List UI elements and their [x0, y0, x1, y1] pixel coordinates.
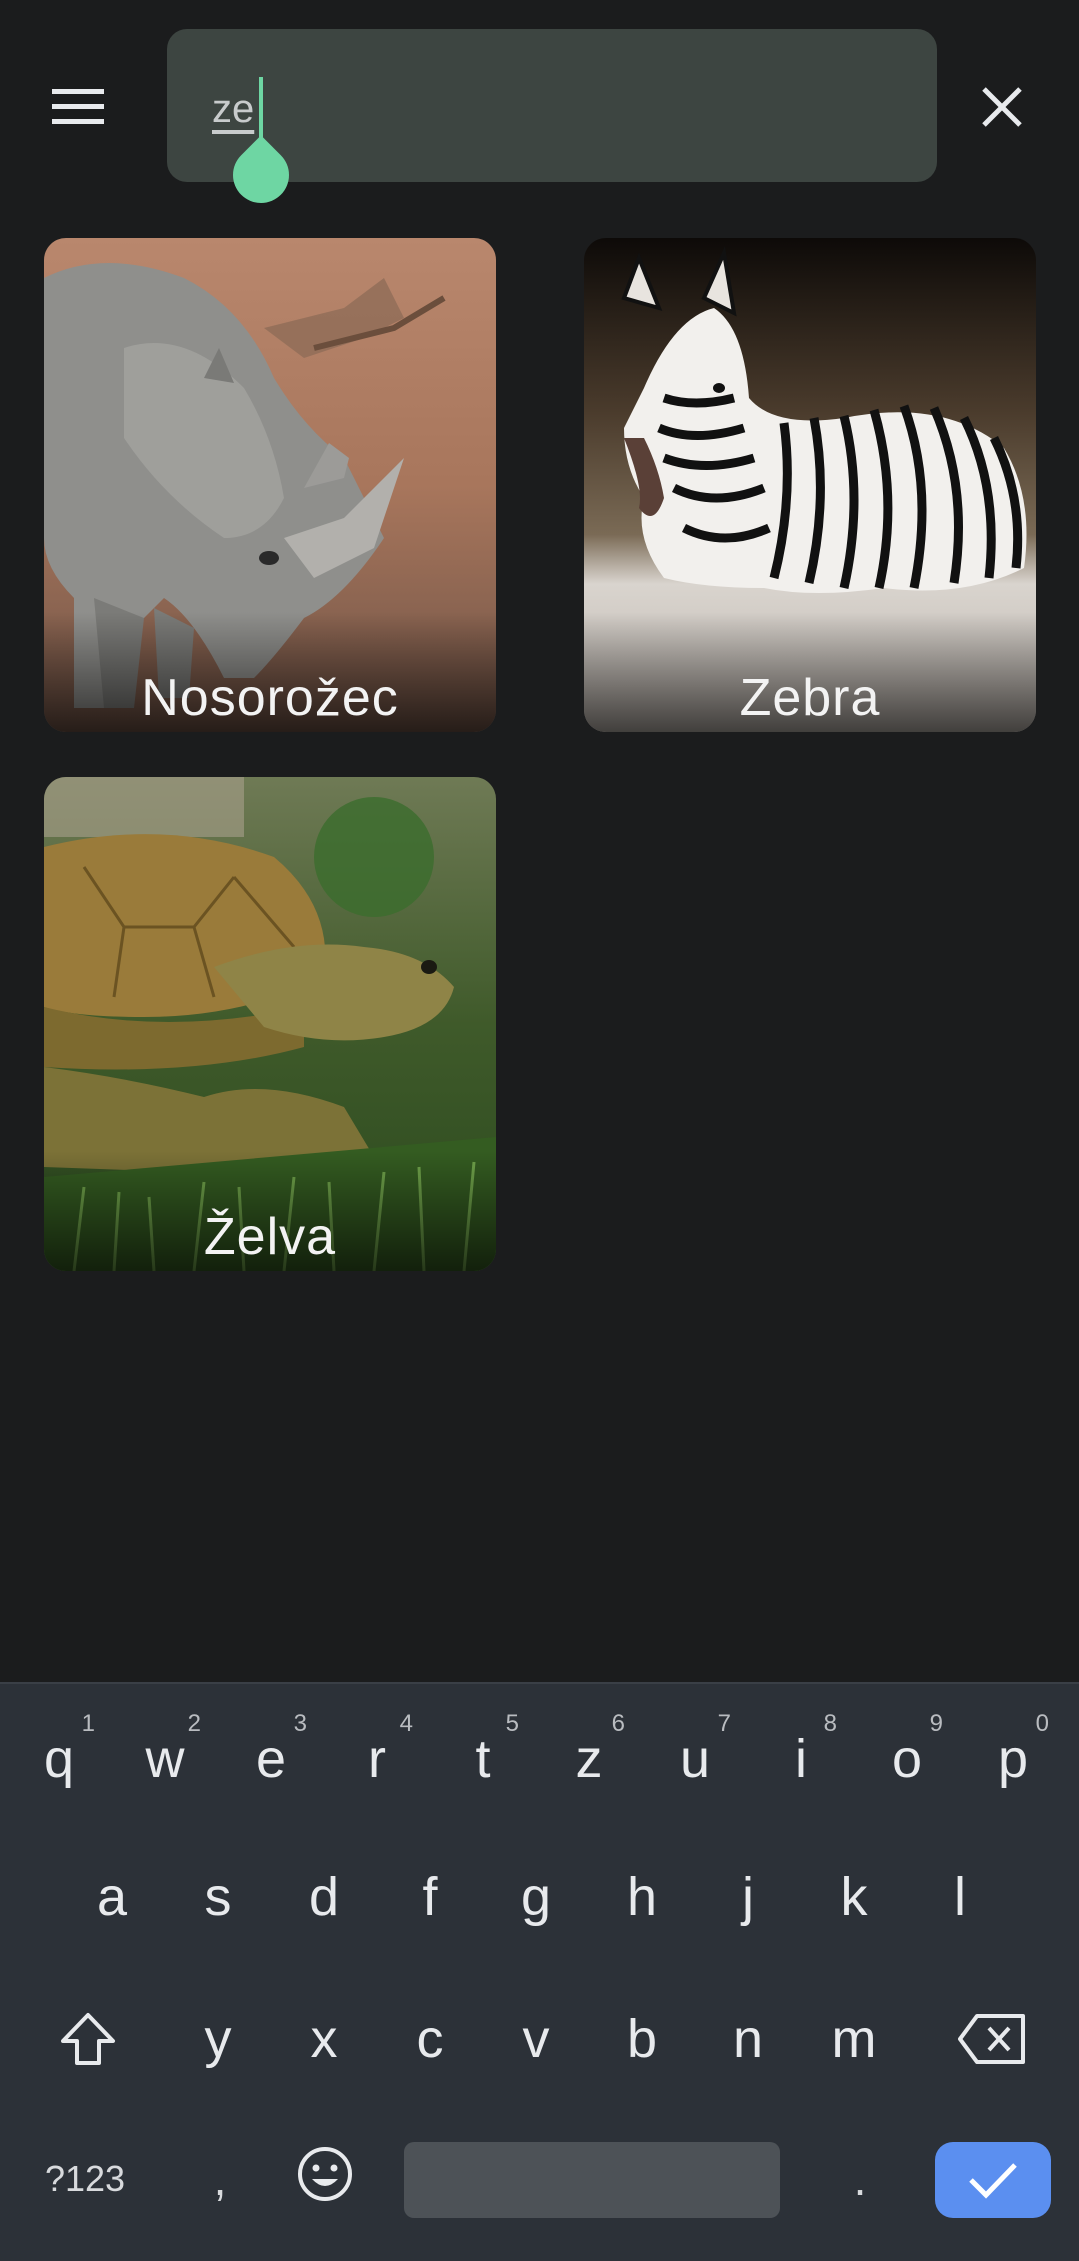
result-card-rhino[interactable]: Nosorožec — [44, 238, 496, 732]
key-p[interactable]: p0 — [963, 1704, 1063, 1814]
key-hint: 2 — [187, 1710, 201, 1737]
key-hint: 1 — [81, 1710, 95, 1737]
menu-button[interactable] — [34, 72, 122, 142]
key-label: t — [475, 1729, 491, 1789]
key-label: r — [368, 1729, 386, 1789]
key-m[interactable]: m — [804, 1984, 904, 2094]
result-card-tortoise[interactable]: Želva — [44, 777, 496, 1271]
key-label: e — [255, 1729, 287, 1789]
key-b[interactable]: b — [592, 1984, 692, 2094]
comma-key[interactable]: , — [190, 2134, 250, 2224]
backspace-key[interactable] — [942, 1984, 1042, 2094]
emoji-key[interactable] — [285, 2124, 365, 2224]
key-hint: 6 — [611, 1710, 625, 1737]
key-q[interactable]: q1 — [9, 1704, 109, 1814]
key-d[interactable]: d — [274, 1842, 374, 1952]
emoji-icon — [298, 2147, 352, 2201]
key-label: p — [997, 1729, 1029, 1789]
key-c[interactable]: c — [380, 1984, 480, 2094]
enter-key[interactable] — [935, 2142, 1051, 2218]
key-hint: 4 — [399, 1710, 413, 1737]
backspace-icon — [958, 2014, 1025, 2064]
soft-keyboard: q1 w2 e3 r4 t5 z6 u7 i8 o9 p0 a s d f g … — [0, 1682, 1079, 2261]
key-hint: 0 — [1035, 1710, 1049, 1737]
key-h[interactable]: h — [592, 1842, 692, 1952]
key-hint: 8 — [823, 1710, 837, 1737]
result-card-zebra[interactable]: Zebra — [584, 238, 1036, 732]
key-e[interactable]: e3 — [221, 1704, 321, 1814]
key-n[interactable]: n — [698, 1984, 798, 2094]
key-y[interactable]: y — [168, 1984, 268, 2094]
key-j[interactable]: j — [698, 1842, 798, 1952]
key-f[interactable]: f — [380, 1842, 480, 1952]
key-l[interactable]: l — [910, 1842, 1010, 1952]
key-a[interactable]: a — [62, 1842, 162, 1952]
key-u[interactable]: u7 — [645, 1704, 745, 1814]
card-label: Zebra — [739, 669, 881, 727]
space-bar[interactable] — [404, 2142, 780, 2218]
cursor-handle[interactable] — [221, 135, 301, 215]
close-icon — [982, 87, 1022, 127]
key-o[interactable]: o9 — [857, 1704, 957, 1814]
key-hint: 7 — [717, 1710, 731, 1737]
key-label: i — [795, 1729, 807, 1789]
symbols-key[interactable]: ?123 — [30, 2134, 140, 2224]
app-screen: ze Nosorožec Zebra Želva — [0, 0, 1079, 1682]
key-x[interactable]: x — [274, 1984, 374, 2094]
shift-key[interactable] — [38, 1984, 138, 2094]
key-t[interactable]: t5 — [433, 1704, 533, 1814]
key-label: w — [145, 1729, 185, 1789]
key-i[interactable]: i8 — [751, 1704, 851, 1814]
key-s[interactable]: s — [168, 1842, 268, 1952]
shift-icon — [61, 2013, 115, 2065]
close-search-button[interactable] — [964, 72, 1040, 142]
key-r[interactable]: r4 — [327, 1704, 427, 1814]
period-key[interactable]: . — [830, 2134, 890, 2224]
check-icon — [969, 2163, 1017, 2199]
search-field[interactable]: ze — [167, 29, 937, 215]
search-input-value[interactable]: ze — [212, 87, 254, 132]
key-g[interactable]: g — [486, 1842, 586, 1952]
card-label: Želva — [203, 1208, 337, 1266]
card-label: Nosorožec — [141, 669, 399, 727]
key-hint: 5 — [505, 1710, 519, 1737]
key-label: z — [575, 1729, 603, 1789]
key-label: u — [679, 1729, 711, 1789]
key-v[interactable]: v — [486, 1984, 586, 2094]
key-hint: 3 — [293, 1710, 307, 1737]
key-label: o — [891, 1729, 923, 1789]
key-hint: 9 — [929, 1710, 943, 1737]
key-z[interactable]: z6 — [539, 1704, 639, 1814]
key-w[interactable]: w2 — [115, 1704, 215, 1814]
menu-icon — [52, 89, 104, 124]
key-label: q — [43, 1729, 75, 1789]
key-k[interactable]: k — [804, 1842, 904, 1952]
